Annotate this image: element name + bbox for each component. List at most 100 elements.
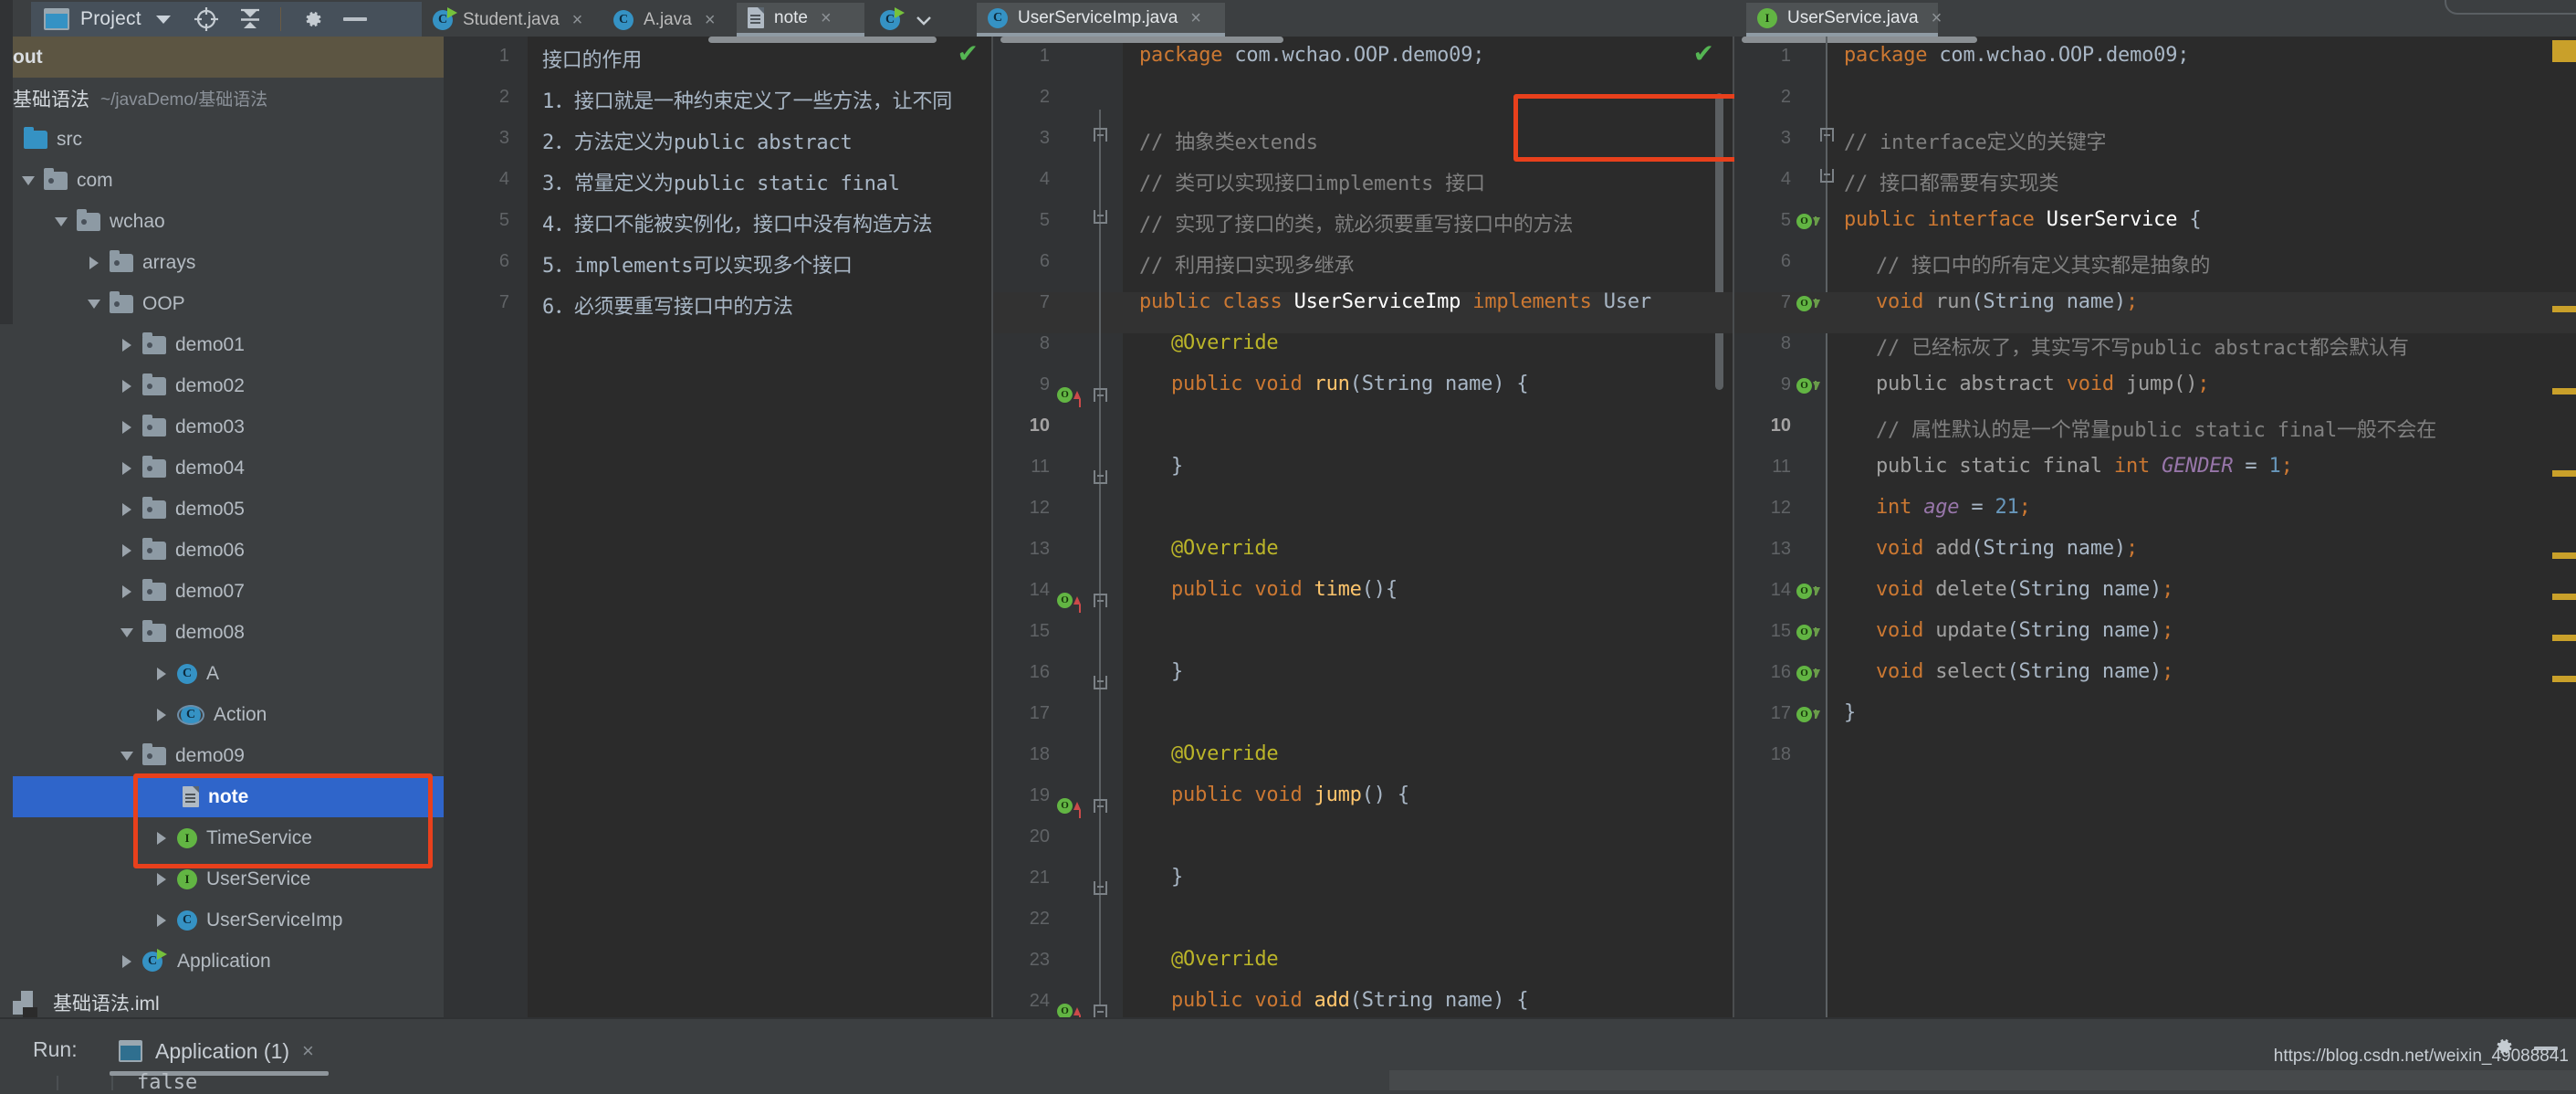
chevron-down-icon[interactable] bbox=[120, 627, 133, 637]
chevron-right-icon[interactable] bbox=[89, 256, 99, 269]
implemented-by-marker[interactable]: O bbox=[1796, 584, 1820, 599]
tab-close-icon[interactable]: × bbox=[821, 9, 832, 27]
chevron-right-icon[interactable] bbox=[122, 379, 131, 393]
editor-note-hscrollbar[interactable] bbox=[708, 37, 937, 43]
search-everywhere-field[interactable] bbox=[2445, 0, 2576, 15]
chevron-down-icon[interactable] bbox=[913, 9, 935, 31]
marker-stripe[interactable] bbox=[2552, 552, 2576, 559]
implementing-method-marker[interactable]: O bbox=[1057, 798, 1081, 818]
chevron-down-icon[interactable] bbox=[120, 751, 133, 761]
tab-note[interactable]: note × bbox=[737, 3, 864, 37]
tree-item-demo05[interactable]: demo05 bbox=[13, 489, 444, 530]
editor-imp-hscrollbar[interactable] bbox=[1000, 37, 1283, 43]
implemented-by-marker[interactable]: O bbox=[1796, 707, 1820, 722]
tab-close-icon[interactable]: × bbox=[705, 11, 716, 29]
tree-item-userservice[interactable]: UserService bbox=[13, 858, 444, 899]
fold-handle[interactable] bbox=[1820, 169, 1834, 183]
tree-item-demo06[interactable]: demo06 bbox=[13, 530, 444, 571]
chevron-right-icon[interactable] bbox=[122, 461, 131, 475]
tree-item-oop[interactable]: OOP bbox=[13, 283, 444, 324]
tab-close-icon[interactable]: × bbox=[572, 11, 583, 29]
tab-close-icon[interactable]: × bbox=[1190, 9, 1201, 27]
editor-note[interactable]: ✔ 1 2 3 4 5 6 7 接口的作用 1．接口就是一种约束定义了一些方法，… bbox=[444, 37, 991, 1019]
fold-handle[interactable] bbox=[1094, 470, 1107, 484]
chevron-right-icon[interactable] bbox=[157, 708, 166, 721]
marker-stripe[interactable] bbox=[2552, 676, 2576, 682]
chevron-down-icon[interactable] bbox=[88, 299, 100, 309]
hide-panel-icon[interactable] bbox=[342, 17, 367, 21]
chevron-right-icon[interactable] bbox=[122, 502, 131, 516]
chevron-right-icon[interactable] bbox=[157, 913, 166, 927]
tree-item-iml[interactable]: 基础语法.iml bbox=[13, 982, 444, 1019]
marker-stripe[interactable] bbox=[2552, 388, 2576, 394]
chevron-down-icon[interactable] bbox=[22, 175, 35, 185]
locate-icon[interactable] bbox=[193, 5, 220, 33]
chevron-right-icon[interactable] bbox=[122, 543, 131, 557]
settings-gear-icon[interactable] bbox=[299, 6, 325, 32]
chevron-right-icon[interactable] bbox=[157, 872, 166, 886]
chevron-down-icon[interactable] bbox=[155, 15, 171, 24]
tree-item-demo04[interactable]: demo04 bbox=[13, 447, 444, 489]
fold-handle[interactable] bbox=[1094, 799, 1107, 813]
tab-userserviceimp-java[interactable]: UserServiceImp.java × bbox=[977, 3, 1225, 37]
project-tree[interactable]: out 基础语法 ~/javaDemo/基础语法 src com wchao a… bbox=[13, 37, 444, 1019]
inspection-ok-check-icon[interactable]: ✔ bbox=[1693, 38, 1714, 68]
tree-item-action[interactable]: Action bbox=[13, 694, 444, 735]
collapse-all-icon[interactable] bbox=[238, 6, 262, 32]
tree-item-a[interactable]: A bbox=[13, 653, 444, 694]
tree-item-demo08[interactable]: demo08 bbox=[13, 612, 444, 653]
tab-overflow-dropdown[interactable] bbox=[869, 3, 948, 37]
tree-item-demo09[interactable]: demo09 bbox=[13, 735, 444, 776]
marker-stripe[interactable] bbox=[2552, 306, 2576, 312]
tree-item-com[interactable]: com bbox=[13, 160, 444, 201]
marker-stripe-warning[interactable] bbox=[2552, 40, 2576, 62]
tree-item-wchao[interactable]: wchao bbox=[13, 201, 444, 242]
implemented-by-marker[interactable]: O bbox=[1796, 378, 1820, 394]
tree-item-application[interactable]: Application bbox=[13, 941, 444, 982]
chevron-right-icon[interactable] bbox=[122, 954, 131, 968]
chevron-right-icon[interactable] bbox=[122, 420, 131, 434]
tab-close-icon[interactable]: × bbox=[1932, 9, 1942, 27]
chevron-right-icon[interactable] bbox=[122, 584, 131, 598]
tree-item-demo07[interactable]: demo07 bbox=[13, 571, 444, 612]
implemented-by-marker[interactable]: O bbox=[1796, 666, 1820, 681]
implementing-method-marker[interactable]: O bbox=[1057, 593, 1081, 613]
tree-item-arrays[interactable]: arrays bbox=[13, 242, 444, 283]
implementing-method-marker[interactable]: O bbox=[1057, 387, 1081, 407]
chevron-right-icon[interactable] bbox=[157, 667, 166, 680]
tree-item-note[interactable]: note bbox=[13, 776, 444, 817]
marker-stripe[interactable] bbox=[2552, 470, 2576, 477]
chevron-right-icon[interactable] bbox=[122, 338, 131, 352]
chevron-down-icon[interactable] bbox=[55, 216, 68, 226]
chevron-right-icon[interactable] bbox=[157, 831, 166, 845]
fold-handle[interactable] bbox=[1094, 676, 1107, 689]
tree-item-demo01[interactable]: demo01 bbox=[13, 324, 444, 365]
editor-userservice[interactable]: 1 2 3 4 5 6 7 8 9 10 11 12 13 14 15 16 1… bbox=[1734, 37, 2576, 1019]
implemented-by-marker[interactable]: O bbox=[1796, 214, 1820, 229]
inspection-ok-check-icon[interactable]: ✔ bbox=[958, 38, 979, 68]
fold-handle[interactable] bbox=[1094, 128, 1107, 142]
editor-userserviceimp[interactable]: ✔ 1 2 3 4 5 6 7 8 9 10 11 12 13 14 15 16… bbox=[993, 37, 1733, 1019]
editor-iface-hscrollbar[interactable] bbox=[1742, 37, 1977, 43]
tab-student-java[interactable]: Student.java × bbox=[422, 3, 593, 37]
tab-a-java[interactable]: A.java × bbox=[602, 3, 727, 37]
fold-handle[interactable] bbox=[1094, 210, 1107, 224]
tab-userservice-java[interactable]: UserService.java × bbox=[1746, 3, 1942, 37]
tree-item-timeservice[interactable]: TimeService bbox=[13, 817, 444, 858]
tree-item-out[interactable]: out bbox=[13, 37, 444, 78]
run-tab-close-icon[interactable]: × bbox=[302, 1039, 314, 1063]
implemented-by-marker[interactable]: O bbox=[1796, 296, 1820, 311]
marker-stripe[interactable] bbox=[2552, 635, 2576, 641]
tree-item-demo03[interactable]: demo03 bbox=[13, 406, 444, 447]
fold-handle[interactable] bbox=[1094, 594, 1107, 607]
marker-stripe[interactable] bbox=[2552, 594, 2576, 600]
editor-imp-vscrollbar[interactable] bbox=[1715, 93, 1723, 390]
implemented-by-marker[interactable]: O bbox=[1796, 625, 1820, 640]
tree-item-userserviceimp[interactable]: UserServiceImp bbox=[13, 899, 444, 941]
tree-item-demo02[interactable]: demo02 bbox=[13, 365, 444, 406]
fold-handle[interactable] bbox=[1820, 128, 1834, 142]
fold-handle[interactable] bbox=[1094, 388, 1107, 402]
run-tab-application[interactable]: Application (1) × bbox=[110, 1030, 323, 1072]
fold-handle[interactable] bbox=[1094, 1005, 1107, 1018]
tree-item-src[interactable]: src bbox=[13, 119, 444, 160]
